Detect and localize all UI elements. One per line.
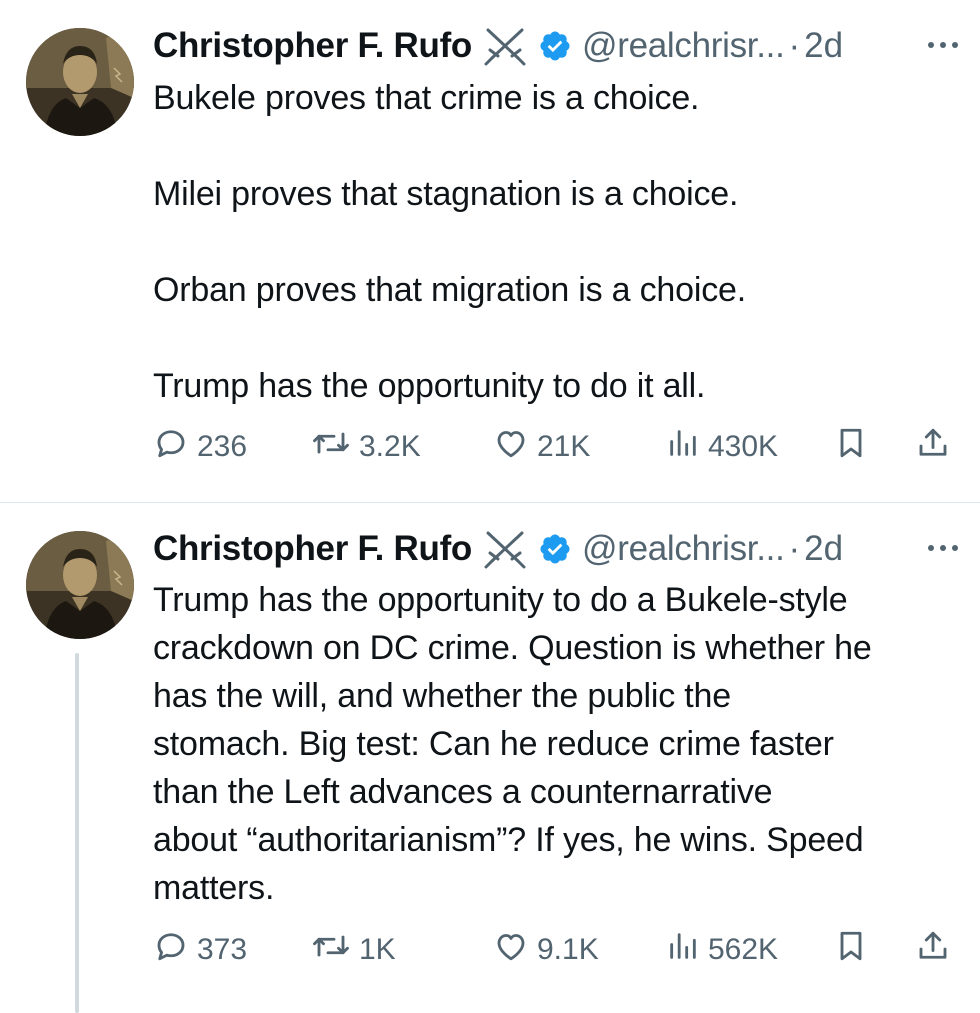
share-button[interactable]: [915, 930, 951, 970]
avatar-photo: [26, 28, 134, 136]
tweet-line: Trump has the opportunity to do a Bukele…: [153, 581, 848, 619]
views-icon: [666, 929, 700, 971]
tweet-line: stomach. Big test: Can he reduce crime f…: [153, 725, 834, 763]
tweet-header: Christopher F. Rufo @realchrisr... · 2d: [153, 24, 965, 68]
tweet-header: Christopher F. Rufo @realchrisr... · 2d: [153, 527, 965, 571]
tweet-line: matters.: [153, 869, 275, 907]
heart-icon: [493, 425, 529, 469]
tweet-paragraph: Bukele proves that crime is a choice.: [153, 79, 700, 117]
views-icon: [666, 426, 700, 468]
tweet-paragraph: Trump has the opportunity to do it all.: [153, 367, 706, 405]
bookmark-button[interactable]: [833, 930, 869, 970]
tweet-line: has the will, and whether the public the: [153, 677, 731, 715]
heart-icon: [493, 928, 529, 972]
tweet-line: crackdown on DC crime. Question is wheth…: [153, 629, 872, 667]
crossed-swords-icon: [482, 529, 528, 569]
reply-button[interactable]: 236: [153, 427, 247, 467]
reply-button[interactable]: 373: [153, 930, 247, 970]
like-count: 9.1K: [537, 933, 599, 966]
tweet-time[interactable]: 2d: [804, 26, 843, 66]
tweet-paragraph: Milei proves that stagnation is a choice…: [153, 175, 739, 213]
retweet-icon: [311, 928, 351, 972]
retweet-icon: [311, 425, 351, 469]
share-button[interactable]: [915, 427, 951, 467]
reply-icon: [153, 928, 189, 972]
thread-line: [75, 653, 79, 1013]
bookmark-button[interactable]: [833, 427, 869, 467]
views-count: 562K: [708, 933, 779, 966]
more-options-icon[interactable]: [923, 30, 963, 60]
like-button[interactable]: 9.1K: [493, 930, 599, 970]
separator-dot: ·: [788, 26, 801, 65]
retweet-count: 1K: [359, 933, 396, 966]
tweet-text: Bukele proves that crime is a choice. Mi…: [153, 74, 965, 410]
crossed-swords-icon: [482, 26, 528, 66]
retweet-button[interactable]: 3.2K: [311, 427, 421, 467]
author-handle[interactable]: @realchrisr...: [582, 26, 785, 66]
tweet-line: about “authoritarianism”? If yes, he win…: [153, 821, 864, 859]
reply-count: 373: [197, 933, 248, 966]
tweet[interactable]: Christopher F. Rufo @realchrisr... · 2d …: [0, 0, 980, 502]
tweet[interactable]: Christopher F. Rufo @realchrisr... · 2d …: [0, 503, 980, 1013]
views-count: 430K: [708, 430, 779, 463]
views-button[interactable]: 562K: [666, 930, 778, 970]
separator-dot: ·: [788, 529, 801, 568]
views-button[interactable]: 430K: [666, 427, 778, 467]
author-name[interactable]: Christopher F. Rufo: [153, 26, 472, 66]
retweet-count: 3.2K: [359, 430, 421, 463]
verified-badge-icon[interactable]: [538, 532, 572, 566]
like-button[interactable]: 21K: [493, 427, 590, 467]
reply-icon: [153, 425, 189, 469]
share-icon: [915, 425, 951, 469]
avatar[interactable]: [26, 531, 134, 639]
more-options-icon[interactable]: [923, 533, 963, 563]
tweet-actions: 236 3.2K 21K 430K: [153, 427, 965, 467]
like-count: 21K: [537, 430, 591, 463]
bookmark-icon: [833, 425, 869, 469]
avatar-photo: [26, 531, 134, 639]
verified-badge-icon[interactable]: [538, 29, 572, 63]
tweet-feed: Christopher F. Rufo @realchrisr... · 2d …: [0, 0, 980, 1013]
reply-count: 236: [197, 430, 248, 463]
avatar[interactable]: [26, 28, 134, 136]
tweet-actions: 373 1K 9.1K 562K: [153, 930, 965, 970]
tweet-line: than the Left advances a counternarrativ…: [153, 773, 773, 811]
author-handle[interactable]: @realchrisr...: [582, 529, 785, 569]
tweet-time[interactable]: 2d: [804, 529, 843, 569]
author-name[interactable]: Christopher F. Rufo: [153, 529, 472, 569]
tweet-paragraph: Orban proves that migration is a choice.: [153, 271, 746, 309]
tweet-text: Trump has the opportunity to do a Bukele…: [153, 576, 965, 912]
retweet-button[interactable]: 1K: [311, 930, 396, 970]
share-icon: [915, 928, 951, 972]
bookmark-icon: [833, 928, 869, 972]
